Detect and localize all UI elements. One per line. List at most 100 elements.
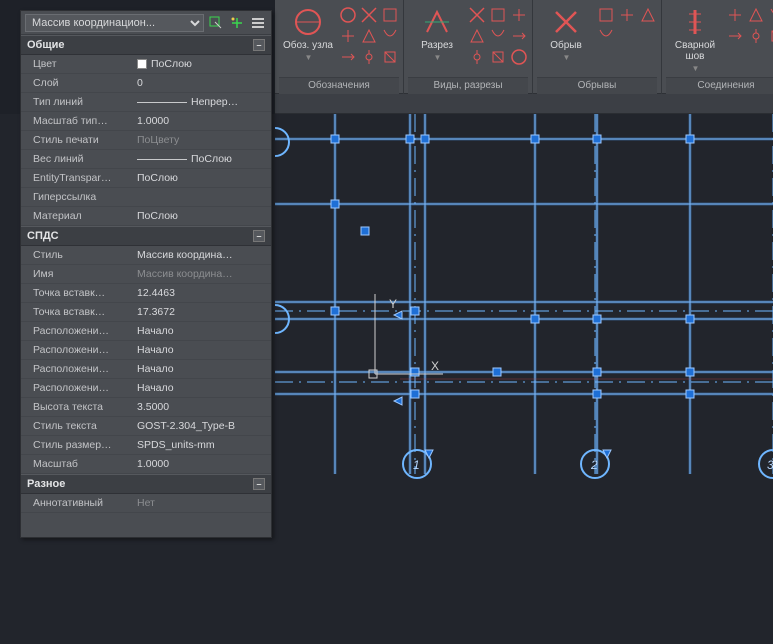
property-row[interactable]: Слой 0 bbox=[21, 74, 271, 93]
property-value[interactable]: 3.5000 bbox=[131, 401, 271, 413]
property-row[interactable]: Вес линий ПоСлою bbox=[21, 150, 271, 169]
ribbon-small-button[interactable] bbox=[360, 6, 378, 24]
property-row[interactable]: Масштаб тип… 1.0000 bbox=[21, 112, 271, 131]
property-value[interactable]: ПоСлою bbox=[131, 153, 271, 165]
quick-select-icon[interactable] bbox=[207, 14, 225, 32]
ribbon-small-button[interactable] bbox=[468, 48, 486, 66]
ribbon-small-button[interactable] bbox=[726, 6, 744, 24]
property-row[interactable]: Стиль Массив координа… bbox=[21, 246, 271, 265]
ribbon-small-button[interactable] bbox=[360, 27, 378, 45]
property-row[interactable]: Гиперссылка bbox=[21, 188, 271, 207]
property-value[interactable]: Массив координа… bbox=[131, 268, 271, 280]
property-row[interactable]: Расположени… Начало bbox=[21, 322, 271, 341]
ribbon-small-button[interactable] bbox=[747, 27, 765, 45]
ribbon-big-button[interactable]: Обоз. узла ▼ bbox=[279, 2, 337, 62]
property-label: Расположени… bbox=[21, 344, 131, 356]
ribbon-group: Разрез ▼ Виды, разрезы bbox=[404, 0, 533, 94]
collapse-icon[interactable]: – bbox=[253, 230, 265, 242]
ribbon-small-button[interactable] bbox=[489, 27, 507, 45]
ribbon-small-button[interactable] bbox=[510, 48, 528, 66]
ribbon-small-button[interactable] bbox=[768, 27, 773, 45]
chevron-down-icon: ▼ bbox=[305, 53, 313, 62]
ribbon-small-button[interactable] bbox=[489, 48, 507, 66]
ribbon-small-button[interactable] bbox=[639, 6, 657, 24]
ribbon-small-button[interactable] bbox=[339, 6, 357, 24]
ribbon-small-button[interactable] bbox=[597, 27, 615, 45]
property-row[interactable]: Точка вставк… 12.4463 bbox=[21, 284, 271, 303]
property-value[interactable]: 0 bbox=[131, 77, 271, 89]
ribbon-small-button[interactable] bbox=[768, 6, 773, 24]
ribbon-small-button[interactable] bbox=[597, 6, 615, 24]
chevron-down-icon: ▼ bbox=[563, 53, 571, 62]
property-value[interactable]: Начало bbox=[131, 382, 271, 394]
ribbon-small-button[interactable] bbox=[510, 27, 528, 45]
property-row[interactable]: Тип линий Непрер… bbox=[21, 93, 271, 112]
property-value[interactable]: ПоСлою bbox=[131, 172, 271, 184]
section-header[interactable]: Общие– bbox=[21, 35, 271, 55]
property-row[interactable]: Точка вставк… 17.3672 bbox=[21, 303, 271, 322]
ribbon-small-button[interactable] bbox=[381, 6, 399, 24]
property-row[interactable]: EntityTranspar… ПоСлою bbox=[21, 169, 271, 188]
pick-add-icon[interactable] bbox=[228, 14, 246, 32]
property-value[interactable]: 1.0000 bbox=[131, 115, 271, 127]
ribbon-small-button[interactable] bbox=[468, 6, 486, 24]
property-value[interactable]: Нет bbox=[131, 497, 271, 509]
ribbon-small-button[interactable] bbox=[618, 6, 636, 24]
property-row[interactable]: Цвет ПоСлою bbox=[21, 55, 271, 74]
ribbon-small-button[interactable] bbox=[339, 48, 357, 66]
property-label: Аннотативный bbox=[21, 497, 131, 509]
ribbon-small-button[interactable] bbox=[381, 48, 399, 66]
ribbon-big-icon bbox=[550, 6, 582, 38]
ribbon-small-button[interactable] bbox=[360, 48, 378, 66]
property-value[interactable]: Начало bbox=[131, 363, 271, 375]
ribbon-small-button[interactable] bbox=[339, 27, 357, 45]
property-value[interactable]: 12.4463 bbox=[131, 287, 271, 299]
ribbon-small-button[interactable] bbox=[747, 6, 765, 24]
collapse-icon[interactable]: – bbox=[253, 39, 265, 51]
property-value[interactable]: Начало bbox=[131, 325, 271, 337]
property-value[interactable]: 17.3672 bbox=[131, 306, 271, 318]
axis-x-label: X bbox=[431, 359, 439, 373]
property-row[interactable]: Расположени… Начало bbox=[21, 360, 271, 379]
ribbon-small-button[interactable] bbox=[726, 27, 744, 45]
list-icon[interactable] bbox=[249, 14, 267, 32]
property-value[interactable]: Начало bbox=[131, 344, 271, 356]
property-row[interactable]: Расположени… Начало bbox=[21, 341, 271, 360]
ribbon-small-button[interactable] bbox=[468, 27, 486, 45]
ribbon-group: Сварной шов ▼ Соединения bbox=[662, 0, 773, 94]
ribbon-small-button[interactable] bbox=[381, 27, 399, 45]
ribbon-big-button[interactable]: Обрыв ▼ bbox=[537, 2, 595, 62]
property-row[interactable]: Стиль текста GOST-2.304_Type-B bbox=[21, 417, 271, 436]
property-row[interactable]: Имя Массив координа… bbox=[21, 265, 271, 284]
property-label: Точка вставк… bbox=[21, 287, 131, 299]
ribbon-big-icon bbox=[292, 6, 324, 38]
ribbon-big-label: Разрез bbox=[421, 40, 453, 51]
property-value[interactable]: 1.0000 bbox=[131, 458, 271, 470]
property-value[interactable]: SPDS_units-mm bbox=[131, 439, 271, 451]
grid-bubble-1: 1 bbox=[413, 458, 420, 472]
property-value[interactable]: GOST-2.304_Type-B bbox=[131, 420, 271, 432]
collapse-icon[interactable]: – bbox=[253, 478, 265, 490]
property-row[interactable]: Аннотативный Нет bbox=[21, 494, 271, 513]
property-value[interactable]: ПоЦвету bbox=[131, 134, 271, 146]
ribbon-big-icon bbox=[679, 6, 711, 38]
property-row[interactable]: Материал ПоСлою bbox=[21, 207, 271, 226]
document-tabstrip[interactable] bbox=[275, 94, 773, 114]
property-value[interactable]: ПоСлою bbox=[131, 210, 271, 222]
chevron-down-icon: ▼ bbox=[434, 53, 442, 62]
property-row[interactable]: Высота текста 3.5000 bbox=[21, 398, 271, 417]
ribbon-big-button[interactable]: Разрез ▼ bbox=[408, 2, 466, 62]
section-header[interactable]: СПДС– bbox=[21, 226, 271, 246]
property-value[interactable]: ПоСлою bbox=[131, 58, 271, 70]
property-value[interactable]: Массив координа… bbox=[131, 249, 271, 261]
ribbon-small-button[interactable] bbox=[510, 6, 528, 24]
property-row[interactable]: Стиль размер… SPDS_units-mm bbox=[21, 436, 271, 455]
property-row[interactable]: Масштаб 1.0000 bbox=[21, 455, 271, 474]
ribbon-small-button[interactable] bbox=[489, 6, 507, 24]
ribbon-big-button[interactable]: Сварной шов ▼ bbox=[666, 2, 724, 73]
property-row[interactable]: Стиль печати ПоЦвету bbox=[21, 131, 271, 150]
property-value[interactable]: Непрер… bbox=[131, 96, 271, 108]
section-header[interactable]: Разное– bbox=[21, 474, 271, 494]
property-row[interactable]: Расположени… Начало bbox=[21, 379, 271, 398]
object-type-selector[interactable]: Массив координацион... bbox=[25, 14, 204, 32]
